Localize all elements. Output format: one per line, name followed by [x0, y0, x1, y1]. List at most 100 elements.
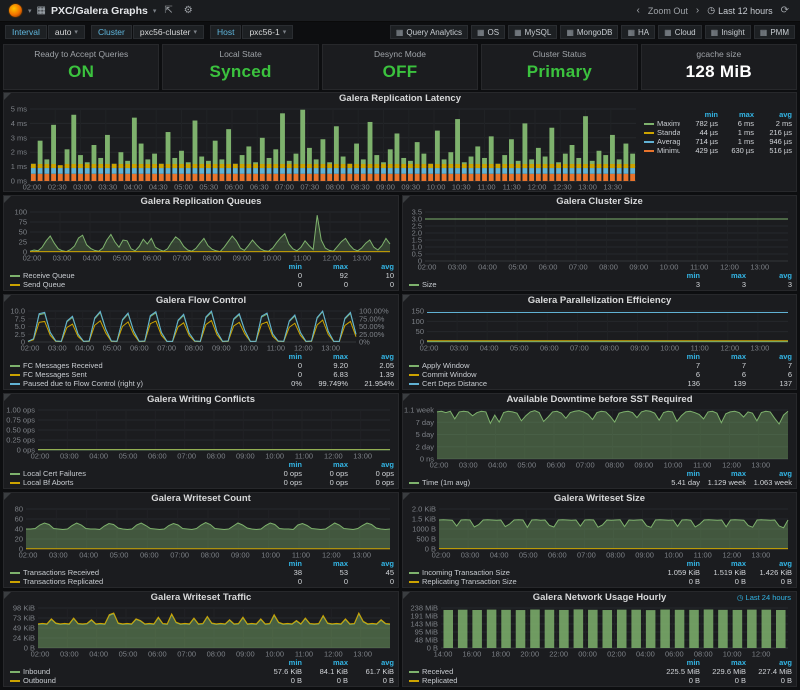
variable-value-dropdown[interactable]: pxc56-1 ▾	[242, 25, 293, 39]
legend-series-label[interactable]: Standard Deviation	[644, 128, 680, 137]
panel-info-icon[interactable]	[4, 394, 11, 401]
stat-title[interactable]: gcache size	[642, 45, 796, 59]
legend-series-label[interactable]: Local Bf Aborts	[10, 478, 256, 487]
variable-value-dropdown[interactable]: auto ▾	[48, 25, 85, 39]
share-icon[interactable]: ⇱	[161, 5, 175, 16]
panel-info-icon[interactable]	[4, 295, 11, 302]
chart-network-usage-hourly[interactable]: 238 MiB191 MiB143 MiB95 MiB48 MiB0 B14:0…	[403, 604, 796, 658]
series-color-icon	[409, 572, 419, 574]
legend-series-label[interactable]: Maximum	[644, 119, 680, 128]
dash-link-mongodb[interactable]: ▦MongoDB	[560, 25, 618, 39]
legend-series-label[interactable]: Incoming Transaction Size	[409, 568, 654, 577]
legend-series-label[interactable]: Minimum	[644, 146, 680, 155]
dash-link-insight[interactable]: ▦Insight	[705, 25, 751, 39]
dash-link-query-analytics[interactable]: ▦Query Analytics	[390, 25, 468, 39]
legend-series-label[interactable]: Cert Deps Distance	[409, 379, 654, 388]
panel-info-icon[interactable]	[4, 493, 11, 500]
panel-title[interactable]: Galera Cluster Size	[403, 196, 796, 208]
legend-value: 137	[746, 379, 792, 388]
chart-replication-queues[interactable]: 100755025002:0003:0004:0005:0006:0007:00…	[4, 208, 398, 262]
legend-series-label[interactable]: Average	[644, 137, 680, 146]
dash-link-pmm[interactable]: ▦PMM	[754, 25, 795, 39]
panel-title[interactable]: Available Downtime before SST Required	[403, 394, 796, 406]
panel-info-icon[interactable]	[4, 592, 11, 599]
legend-series-label[interactable]: Receive Queue	[10, 271, 256, 280]
chart-writeset-traffic[interactable]: 98 KiB73 KiB49 KiB24 KiB0 B02:0003:0004:…	[4, 604, 398, 658]
panel-title[interactable]: Galera Writeset Traffic	[4, 592, 398, 604]
panel-info-icon[interactable]	[4, 93, 11, 100]
series-color-icon	[10, 572, 20, 574]
legend-series-label[interactable]: FC Messages Received	[10, 361, 256, 370]
panel-info-icon[interactable]	[403, 394, 410, 401]
legend-series-label[interactable]: Send Queue	[10, 280, 256, 289]
legend-series-label[interactable]: FC Messages Sent	[10, 370, 256, 379]
zoom-out-right-chevron-icon[interactable]: ›	[693, 5, 702, 16]
stat-title[interactable]: Cluster Status	[482, 45, 636, 59]
chart-replication-latency[interactable]: 5 ms4 ms3 ms2 ms1 ms0 ms02:0002:3003:000…	[4, 105, 644, 191]
panel-info-icon[interactable]	[403, 295, 410, 302]
legend-value: 782 µs	[680, 119, 718, 128]
panel-info-icon[interactable]	[403, 592, 410, 599]
dash-link-mysql[interactable]: ▦MySQL	[508, 25, 557, 39]
series-color-icon	[10, 374, 20, 376]
dash-link-cloud[interactable]: ▦Cloud	[658, 25, 701, 39]
gear-icon[interactable]: ⚙	[181, 5, 196, 16]
panel-title[interactable]: Galera Writeset Size	[403, 493, 796, 505]
panel-title[interactable]: Galera Writing Conflicts	[4, 394, 398, 406]
grafana-logo[interactable]	[8, 3, 23, 18]
legend-series-label[interactable]: Received	[409, 667, 654, 676]
dash-link-os[interactable]: ▦OS	[471, 25, 505, 39]
refresh-icon[interactable]: ⟳	[778, 5, 792, 16]
panel-galera-writeset-traffic: Galera Writeset Traffic 98 KiB73 KiB49 K…	[3, 591, 399, 687]
time-range-picker[interactable]: ◷ Last 12 hours	[707, 5, 772, 16]
panel-info-icon[interactable]	[4, 196, 11, 203]
panel-title[interactable]: Galera Replication Latency	[4, 93, 796, 105]
panel-title[interactable]: Galera Parallelization Efficiency	[403, 295, 796, 307]
legend-row: Send Queue000	[10, 280, 394, 289]
stat-title[interactable]: Ready to Accept Queries	[4, 45, 158, 59]
panel-info-icon[interactable]	[403, 493, 410, 500]
legend-value: 0	[302, 577, 348, 586]
panel-title[interactable]: Galera Flow Control	[4, 295, 398, 307]
svg-text:04:00: 04:00	[124, 183, 143, 192]
org-caret-icon[interactable]: ▾	[28, 7, 32, 15]
dashboard-title[interactable]: PXC/Galera Graphs	[51, 5, 148, 17]
svg-text:13:00: 13:00	[353, 650, 372, 659]
zoom-out-left-chevron-icon[interactable]: ‹	[634, 5, 643, 16]
svg-text:03:00: 03:00	[459, 461, 478, 470]
legend-series-label[interactable]: Replicating Transaction Size	[409, 577, 654, 586]
legend-series-label[interactable]: Size	[409, 280, 654, 289]
legend-series-label[interactable]: Commit Window	[409, 370, 654, 379]
chart-flow-control[interactable]: 10.07.55.02.50100.00%75.00%50.00%25.00%0…	[4, 307, 398, 352]
svg-text:08:00: 08:00	[605, 461, 624, 470]
panel-time-badge[interactable]: ◷ Last 24 hours	[737, 593, 791, 602]
zoom-out-button[interactable]: Zoom Out	[648, 6, 688, 16]
legend-series-label[interactable]: Apply Window	[409, 361, 654, 370]
stat-title[interactable]: Local State	[163, 45, 317, 59]
legend-series-label[interactable]: Paused due to Flow Control (right y)	[10, 379, 256, 388]
panel-title[interactable]: Galera Replication Queues	[4, 196, 398, 208]
chart-writing-conflicts[interactable]: 1.00 ops0.75 ops0.50 ops0.25 ops0 ops02:…	[4, 406, 398, 460]
legend-series-label[interactable]: Local Cert Failures	[10, 469, 256, 478]
grid-icon: ▦	[664, 28, 672, 37]
chart-writeset-size[interactable]: 2.0 KiB1.5 KiB1000 B500 B0 B02:0003:0004…	[403, 505, 796, 559]
panel-info-icon[interactable]	[403, 196, 410, 203]
legend-series-label[interactable]: Outbound	[10, 676, 256, 685]
legend-value: 0 ops	[256, 478, 302, 487]
variable-value-dropdown[interactable]: pxc56-cluster ▾	[133, 25, 204, 39]
legend-series-label[interactable]: Transactions Replicated	[10, 577, 256, 586]
dashboard-caret-icon[interactable]: ▾	[153, 7, 157, 15]
legend-value: 2.05	[348, 361, 394, 370]
chart-writeset-count[interactable]: 80604020002:0003:0004:0005:0006:0007:000…	[4, 505, 398, 559]
chart-parallelization[interactable]: 15010050002:0003:0004:0005:0006:0007:000…	[403, 307, 796, 352]
legend-series-label[interactable]: Time (1m avg)	[409, 478, 654, 487]
legend-series-label[interactable]: Transactions Received	[10, 568, 256, 577]
chart-available-downtime[interactable]: 1.1 week7 day5 day2 day0 ns02:0003:0004:…	[403, 406, 796, 469]
panel-title[interactable]: Galera Writeset Count	[4, 493, 398, 505]
legend-series-label[interactable]: Inbound	[10, 667, 256, 676]
stat-title[interactable]: Desync Mode	[323, 45, 477, 59]
svg-text:12:00: 12:00	[720, 263, 739, 272]
dash-link-ha[interactable]: ▦HA	[621, 25, 655, 39]
legend-series-label[interactable]: Replicated	[409, 676, 654, 685]
chart-cluster-size[interactable]: 3.53.02.52.01.51.00.5002:0003:0004:0005:…	[403, 208, 796, 271]
